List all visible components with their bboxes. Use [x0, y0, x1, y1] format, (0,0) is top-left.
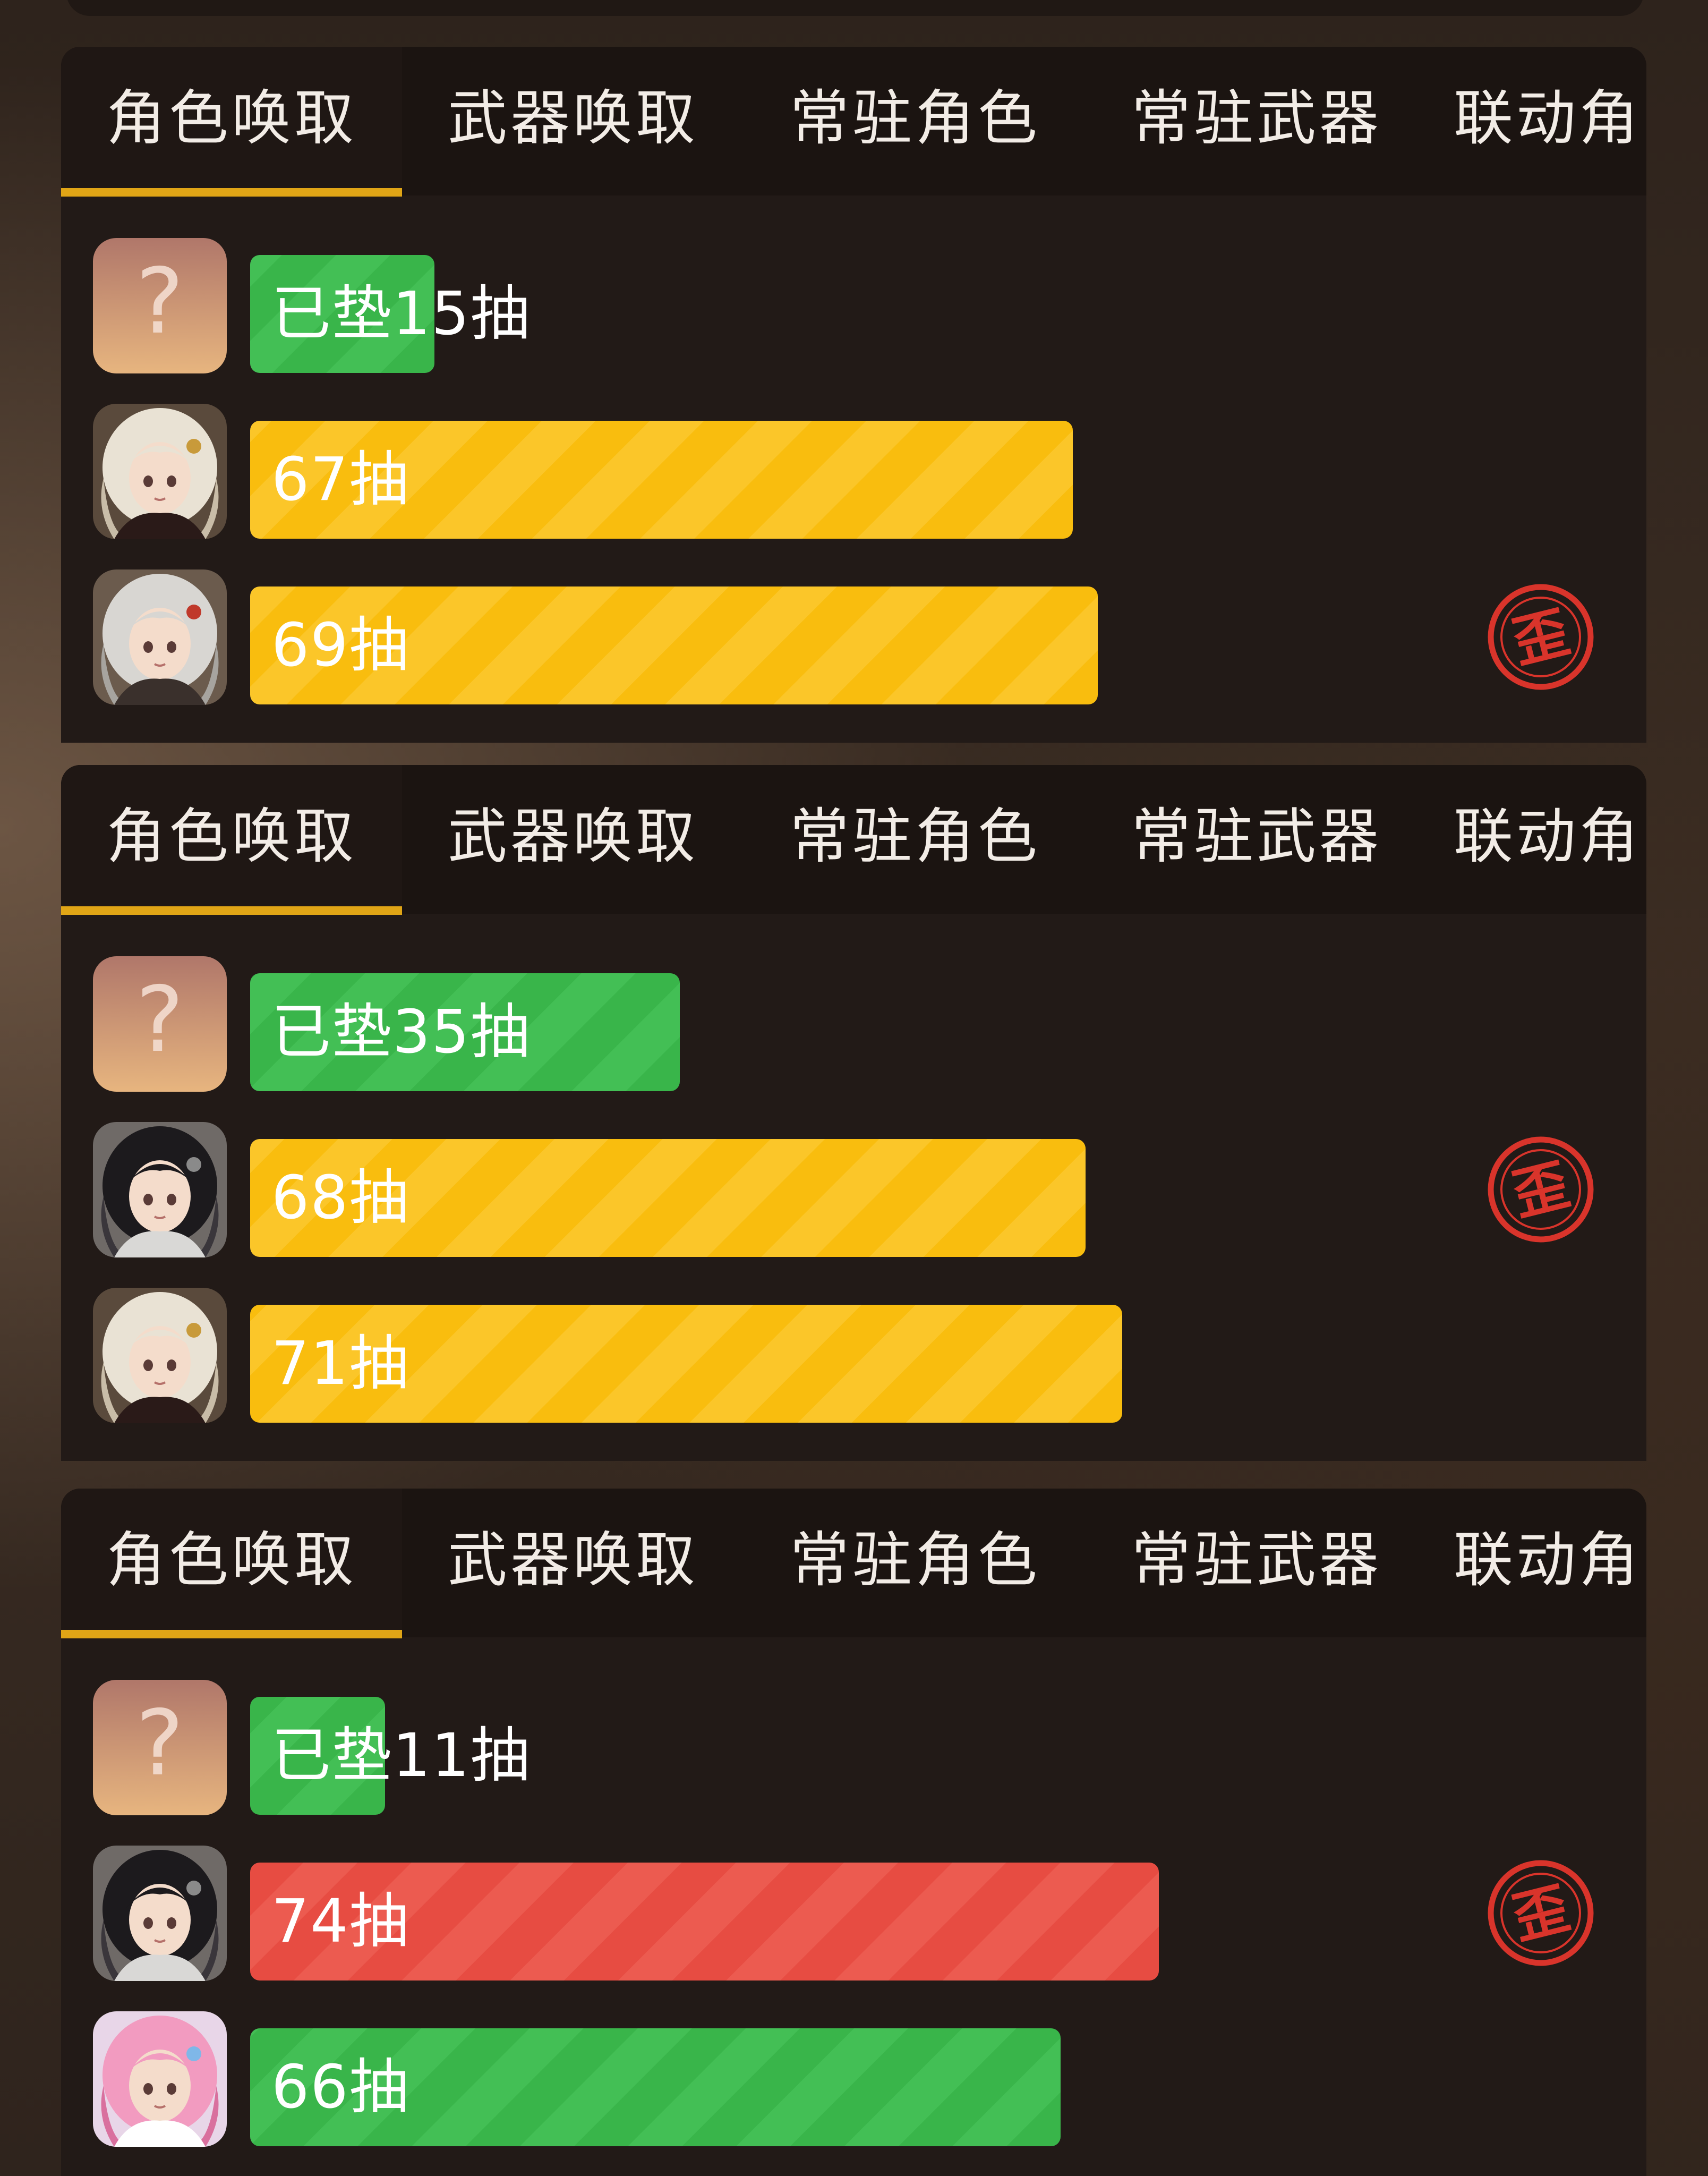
pull-count-label: 已垫15抽: [271, 279, 531, 348]
grey-haired-girl-avatar: [93, 570, 227, 705]
previous-panel-edge: [66, 0, 1644, 16]
black-haired-boy-avatar: [93, 1122, 227, 1257]
tab-standard-weapon[interactable]: 常驻武器: [1086, 1489, 1427, 1637]
tab-character-banner[interactable]: 角色唤取: [61, 47, 402, 196]
pull-count-label: 74抽: [271, 1887, 410, 1956]
banner-tab-bar: 角色唤取 武器唤取 常驻角色 常驻武器 联动角: [61, 1489, 1646, 1638]
unknown-avatar: ?: [93, 1680, 227, 1815]
pull-record-row[interactable]: ? 已垫35抽: [93, 956, 1633, 1092]
pull-record-row[interactable]: 66抽: [93, 2011, 1633, 2147]
active-tab-indicator: [61, 1630, 402, 1638]
pull-record-row[interactable]: ? 已垫11抽: [93, 1680, 1633, 1815]
tab-weapon-banner[interactable]: 武器唤取: [402, 47, 744, 196]
tab-collab-character[interactable]: 联动角: [1427, 47, 1646, 196]
tab-collab-character[interactable]: 联动角: [1427, 1489, 1646, 1637]
pull-count-label: 已垫35抽: [271, 998, 531, 1067]
unknown-avatar: ?: [93, 238, 227, 373]
tab-character-banner[interactable]: 角色唤取: [61, 1489, 402, 1637]
tab-collab-character[interactable]: 联动角: [1427, 765, 1646, 914]
svg-text:?: ?: [136, 1691, 184, 1796]
off-banner-stamp-icon: 歪: [1486, 1135, 1595, 1244]
stamp-glyph: 歪: [1506, 599, 1575, 676]
svg-text:?: ?: [136, 249, 184, 354]
gacha-panel: 角色唤取 武器唤取 常驻角色 常驻武器 联动角 ? 已垫35抽 68抽 歪 71抽: [61, 765, 1646, 1461]
unknown-avatar: ?: [93, 956, 227, 1092]
pull-count-label: 68抽: [271, 1163, 410, 1232]
pull-record-row[interactable]: 71抽: [93, 1288, 1633, 1423]
pull-record-row[interactable]: 74抽: [93, 1846, 1633, 1981]
gacha-panel: 角色唤取 武器唤取 常驻角色 常驻武器 联动角 ? 已垫11抽 74抽 歪 66抽: [61, 1489, 1646, 2176]
white-haired-girl-avatar: [93, 404, 227, 539]
stamp-glyph: 歪: [1506, 1152, 1575, 1228]
active-tab-indicator: [61, 188, 402, 197]
tab-standard-weapon[interactable]: 常驻武器: [1086, 765, 1427, 914]
pink-haired-girl-avatar: [93, 2011, 227, 2147]
pull-record-row[interactable]: 69抽: [93, 570, 1633, 705]
active-tab-indicator: [61, 906, 402, 915]
tab-weapon-banner[interactable]: 武器唤取: [402, 1489, 744, 1637]
pull-count-label: 69抽: [271, 611, 410, 680]
pull-record-row[interactable]: 67抽: [93, 404, 1633, 539]
pull-count-label: 已垫11抽: [271, 1721, 531, 1790]
stamp-glyph: 歪: [1506, 1875, 1575, 1952]
off-banner-stamp-icon: 歪: [1486, 582, 1595, 692]
banner-tab-bar: 角色唤取 武器唤取 常驻角色 常驻武器 联动角: [61, 47, 1646, 197]
gacha-panel: 角色唤取 武器唤取 常驻角色 常驻武器 联动角 ? 已垫15抽 67抽 69抽 歪: [61, 47, 1646, 743]
tab-character-banner[interactable]: 角色唤取: [61, 765, 402, 914]
pull-record-row[interactable]: 68抽: [93, 1122, 1633, 1257]
pull-record-row[interactable]: ? 已垫15抽: [93, 238, 1633, 373]
banner-tab-bar: 角色唤取 武器唤取 常驻角色 常驻武器 联动角: [61, 765, 1646, 915]
tab-weapon-banner[interactable]: 武器唤取: [402, 765, 744, 914]
tab-standard-character[interactable]: 常驻角色: [744, 1489, 1086, 1637]
pull-count-label: 67抽: [271, 445, 410, 514]
pull-count-label: 71抽: [271, 1329, 410, 1398]
tab-standard-character[interactable]: 常驻角色: [744, 47, 1086, 196]
pull-count-label: 66抽: [271, 2053, 410, 2122]
black-haired-boy-avatar: [93, 1846, 227, 1981]
svg-text:?: ?: [136, 967, 184, 1073]
off-banner-stamp-icon: 歪: [1486, 1858, 1595, 1968]
tab-standard-weapon[interactable]: 常驻武器: [1086, 47, 1427, 196]
white-haired-girl-avatar: [93, 1288, 227, 1423]
tab-standard-character[interactable]: 常驻角色: [744, 765, 1086, 914]
